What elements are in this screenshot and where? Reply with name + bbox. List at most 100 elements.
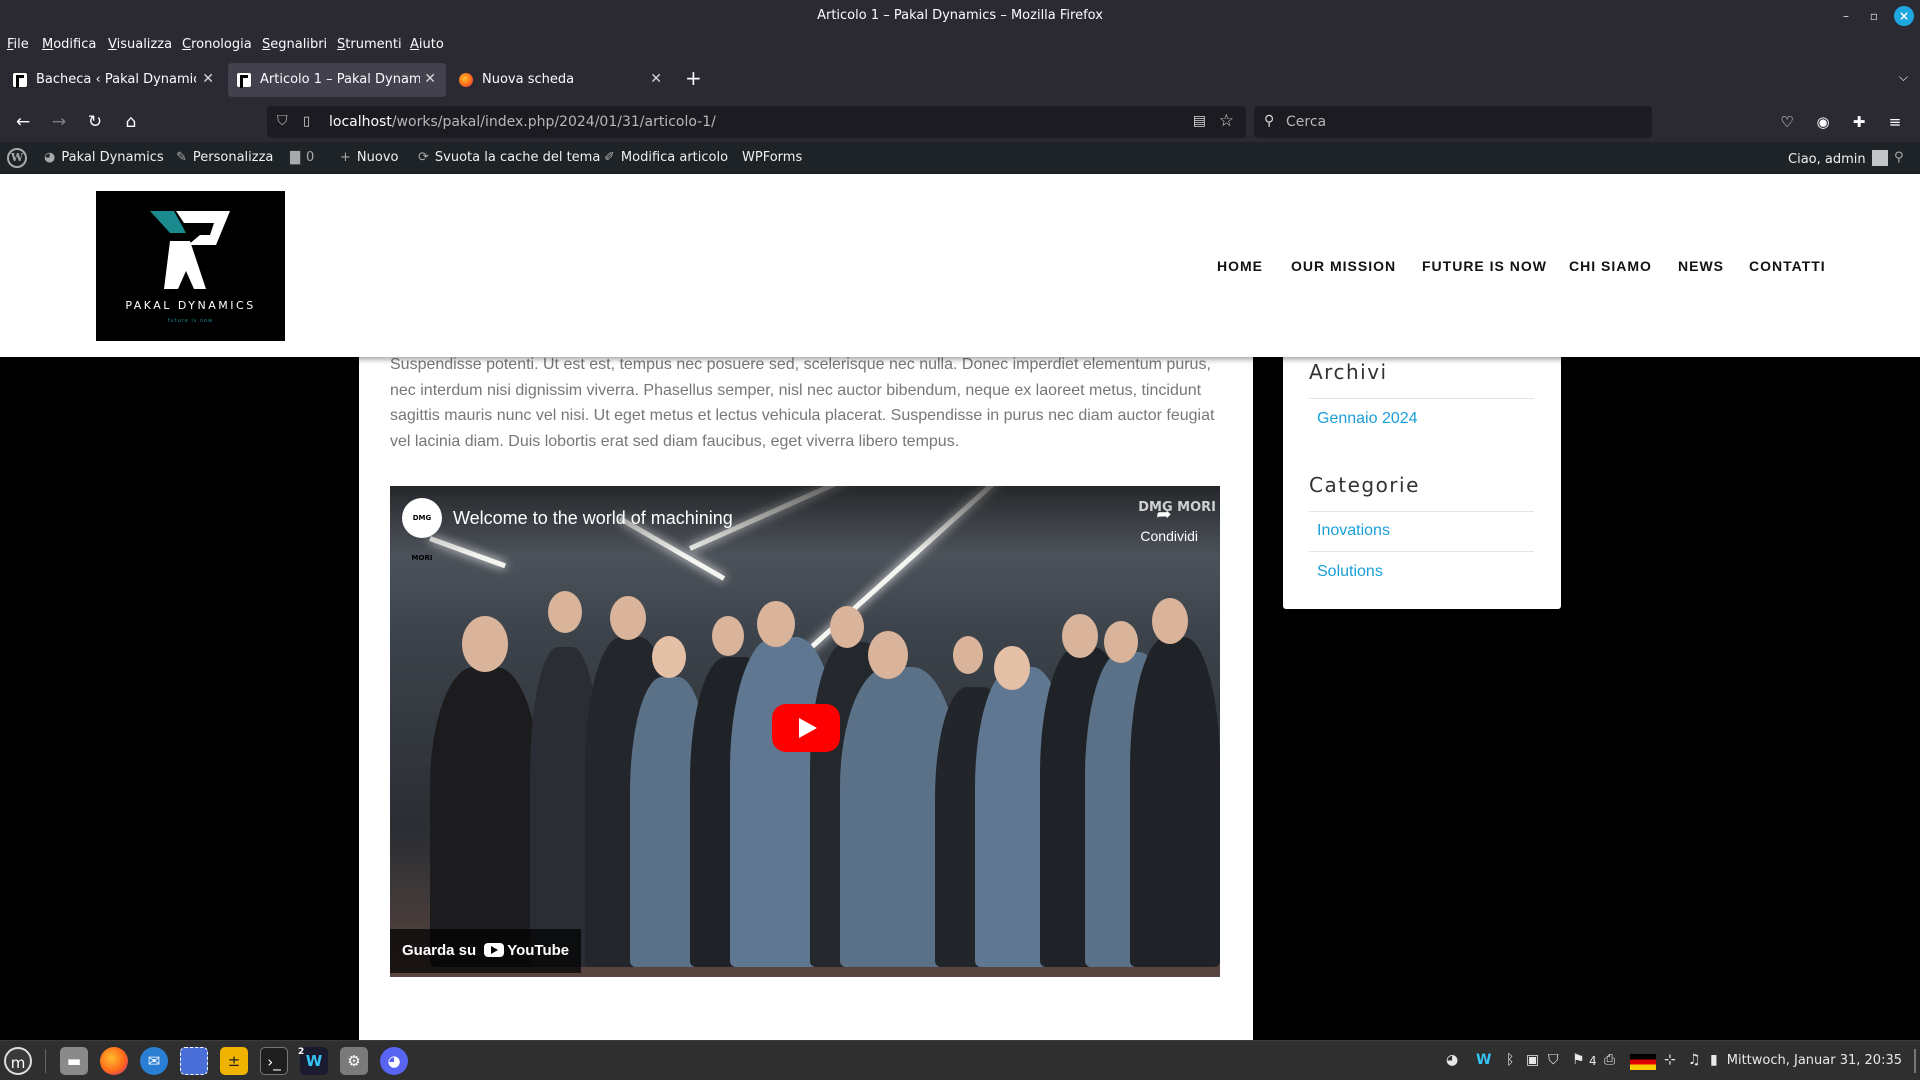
category-link-solutions[interactable]: Solutions [1317, 563, 1383, 581]
wordpress-logo-icon[interactable]: W [7, 148, 27, 168]
tab-article[interactable]: Articolo 1 – Pakal Dynamics ✕ [228, 63, 446, 97]
network-icon[interactable]: ⊹ [1664, 1052, 1676, 1068]
admin-search-icon[interactable]: ⚲ [1894, 150, 1904, 165]
divider [1309, 511, 1534, 512]
new-tab-icon[interactable]: + [685, 66, 702, 90]
firefox-icon[interactable] [100, 1047, 128, 1075]
mint-menu-icon[interactable]: m [4, 1047, 32, 1075]
terminal-icon[interactable]: ›_ [260, 1047, 288, 1075]
calculator-icon[interactable]: ± [220, 1047, 248, 1075]
close-tab-icon[interactable]: ✕ [650, 71, 662, 87]
plus-icon: + [340, 150, 351, 165]
search-bar[interactable]: ⚲ Cerca [1254, 106, 1652, 138]
system-taskbar: m ▬ ✉ ± ›_ W2 ⚙ ◕ ◕ W ᛒ ▣ ⛉ ⚑ 4 ⎙ ⊹ ♫ ▮ … [0, 1040, 1920, 1080]
close-tab-icon[interactable]: ✕ [424, 71, 436, 87]
reader-view-icon[interactable]: ▤ [1193, 113, 1206, 129]
page-info-icon[interactable]: ▯ [303, 114, 310, 129]
menu-tools[interactable]: Strumenti [337, 37, 402, 52]
admin-wpforms-link[interactable]: WPForms [742, 150, 802, 165]
tab-dashboard[interactable]: Bacheca ‹ Pakal Dynamics — ✕ [4, 63, 224, 97]
search-placeholder: Cerca [1286, 114, 1327, 130]
menu-help[interactable]: Aiuto [410, 37, 444, 52]
nav-contatti[interactable]: CONTATTI [1749, 258, 1826, 274]
post-content: Suspendisse potenti. Ut est est, tempus … [359, 340, 1253, 1040]
channel-avatar[interactable]: DMG MORI [402, 498, 442, 562]
tab-new[interactable]: Nuova scheda ✕ [450, 63, 672, 97]
admin-account-link[interactable]: Ciao, admin [1788, 150, 1888, 167]
wp-admin-bar: W ◕ Pakal Dynamics ✎ Personalizza ▇ 0 + Nuov… [0, 142, 1920, 174]
settings-icon[interactable]: ⚙ [340, 1047, 368, 1075]
admin-customize-link[interactable]: ✎ Personalizza [176, 150, 273, 165]
sidebar-widgets: Archivi Gennaio 2024 Categorie Inovation… [1283, 340, 1561, 609]
show-desktop-button[interactable] [1914, 1049, 1916, 1073]
menu-file[interactable]: File [7, 37, 29, 52]
account-icon[interactable]: ◉ [1812, 111, 1834, 133]
bookmark-star-icon[interactable]: ☆ [1219, 111, 1234, 131]
avatar [1871, 150, 1888, 166]
back-icon[interactable]: ← [12, 111, 34, 133]
nav-future-is-now[interactable]: FUTURE IS NOW [1422, 258, 1547, 274]
menu-edit[interactable]: Modifica [42, 37, 96, 52]
printer-icon[interactable]: ⎙ [1604, 1052, 1615, 1068]
url-text[interactable]: localhost/works/pakal/index.php/2024/01/… [329, 114, 716, 130]
nav-news[interactable]: NEWS [1678, 258, 1724, 274]
pocket-icon[interactable]: ♡ [1776, 111, 1798, 133]
admin-new-link[interactable]: + Nuovo [340, 150, 398, 165]
nav-home[interactable]: HOME [1217, 258, 1263, 274]
url-host: localhost [329, 114, 392, 130]
admin-comments-link[interactable]: ▇ 0 [290, 150, 314, 165]
menu-history[interactable]: Cronologia [182, 37, 252, 52]
forward-icon[interactable]: → [48, 111, 70, 133]
minimize-icon[interactable]: – [1836, 6, 1856, 26]
tracking-shield-icon[interactable]: ⛉ [277, 113, 288, 129]
updates-icon[interactable]: ⚑ [1572, 1052, 1585, 1068]
watch-on-label: Guarda su [402, 942, 477, 959]
maximize-icon[interactable]: ▫ [1864, 6, 1884, 26]
extensions-icon[interactable]: ✚ [1848, 111, 1870, 133]
clipboard-icon[interactable]: ▣ [1526, 1052, 1539, 1068]
discord-tray-icon[interactable]: ◕ [1446, 1052, 1458, 1068]
admin-site-label: Pakal Dynamics [61, 150, 164, 165]
address-bar[interactable]: ⛉ ▯ localhost/works/pakal/index.php/2024… [267, 106, 1246, 138]
nav-our-mission[interactable]: OUR MISSION [1291, 258, 1396, 274]
webstorm-icon[interactable]: W2 [298, 1047, 328, 1075]
thunderbird-icon[interactable]: ✉ [140, 1047, 168, 1075]
site-logo[interactable]: PAKAL DYNAMICS future is now [96, 191, 285, 341]
menu-view[interactable]: Visualizza [108, 37, 172, 52]
site-header: PAKAL DYNAMICS future is now HOME OUR MI… [0, 174, 1920, 357]
video-brand-watermark: DMG MORI [1138, 500, 1216, 515]
video-title[interactable]: Welcome to the world of machining [453, 508, 733, 529]
close-tab-icon[interactable]: ✕ [202, 71, 214, 87]
clock[interactable]: Mittwoch, Januar 31, 20:35 [1727, 1053, 1902, 1068]
discord-icon[interactable]: ◕ [380, 1047, 408, 1075]
close-window-icon[interactable]: × [1894, 6, 1914, 26]
archive-link-january-2024[interactable]: Gennaio 2024 [1317, 410, 1418, 428]
reload-icon[interactable]: ↻ [84, 111, 106, 133]
battery-icon[interactable]: ▮ [1710, 1052, 1718, 1068]
admin-site-link[interactable]: ◕ Pakal Dynamics [44, 150, 164, 165]
menu-bookmarks[interactable]: Segnalibri [262, 37, 327, 52]
youtube-wordmark: YouTube [507, 942, 570, 959]
hamburger-menu-icon[interactable]: ≡ [1884, 111, 1906, 133]
nav-chi-siamo[interactable]: CHI SIAMO [1569, 258, 1652, 274]
file-manager-icon[interactable]: ▬ [60, 1047, 88, 1075]
window-title: Articolo 1 – Pakal Dynamics – Mozilla Fi… [817, 8, 1103, 23]
bluetooth-icon[interactable]: ᛒ [1506, 1052, 1514, 1068]
home-icon[interactable]: ⌂ [120, 111, 142, 133]
shield-icon[interactable]: ⛉ [1548, 1052, 1559, 1068]
webstorm-tray-icon[interactable]: W [1476, 1052, 1491, 1068]
admin-cache-link[interactable]: ⟳ Svuota la cache del tema [418, 150, 600, 165]
youtube-embed[interactable]: DMG MORI Welcome to the world of machini… [390, 486, 1220, 977]
pakal-logo-mark [150, 211, 230, 289]
share-button[interactable]: ➦ Condividi [1140, 504, 1198, 544]
tab-bar: Bacheca ‹ Pakal Dynamics — ✕ Articolo 1 … [0, 58, 1920, 102]
keyboard-layout-flag-icon[interactable] [1630, 1054, 1656, 1070]
watch-on-youtube-button[interactable]: Guarda su YouTube [390, 929, 582, 973]
play-button-icon[interactable] [772, 704, 840, 752]
list-all-tabs-icon[interactable]: ⌵ [1899, 70, 1908, 85]
post-paragraph: Suspendisse potenti. Ut est est, tempus … [390, 356, 1215, 450]
screenshot-icon[interactable] [180, 1047, 208, 1075]
sound-icon[interactable]: ♫ [1688, 1052, 1701, 1068]
category-link-inovations[interactable]: Inovations [1317, 522, 1390, 540]
admin-edit-link[interactable]: ✐ Modifica articolo [604, 150, 728, 165]
